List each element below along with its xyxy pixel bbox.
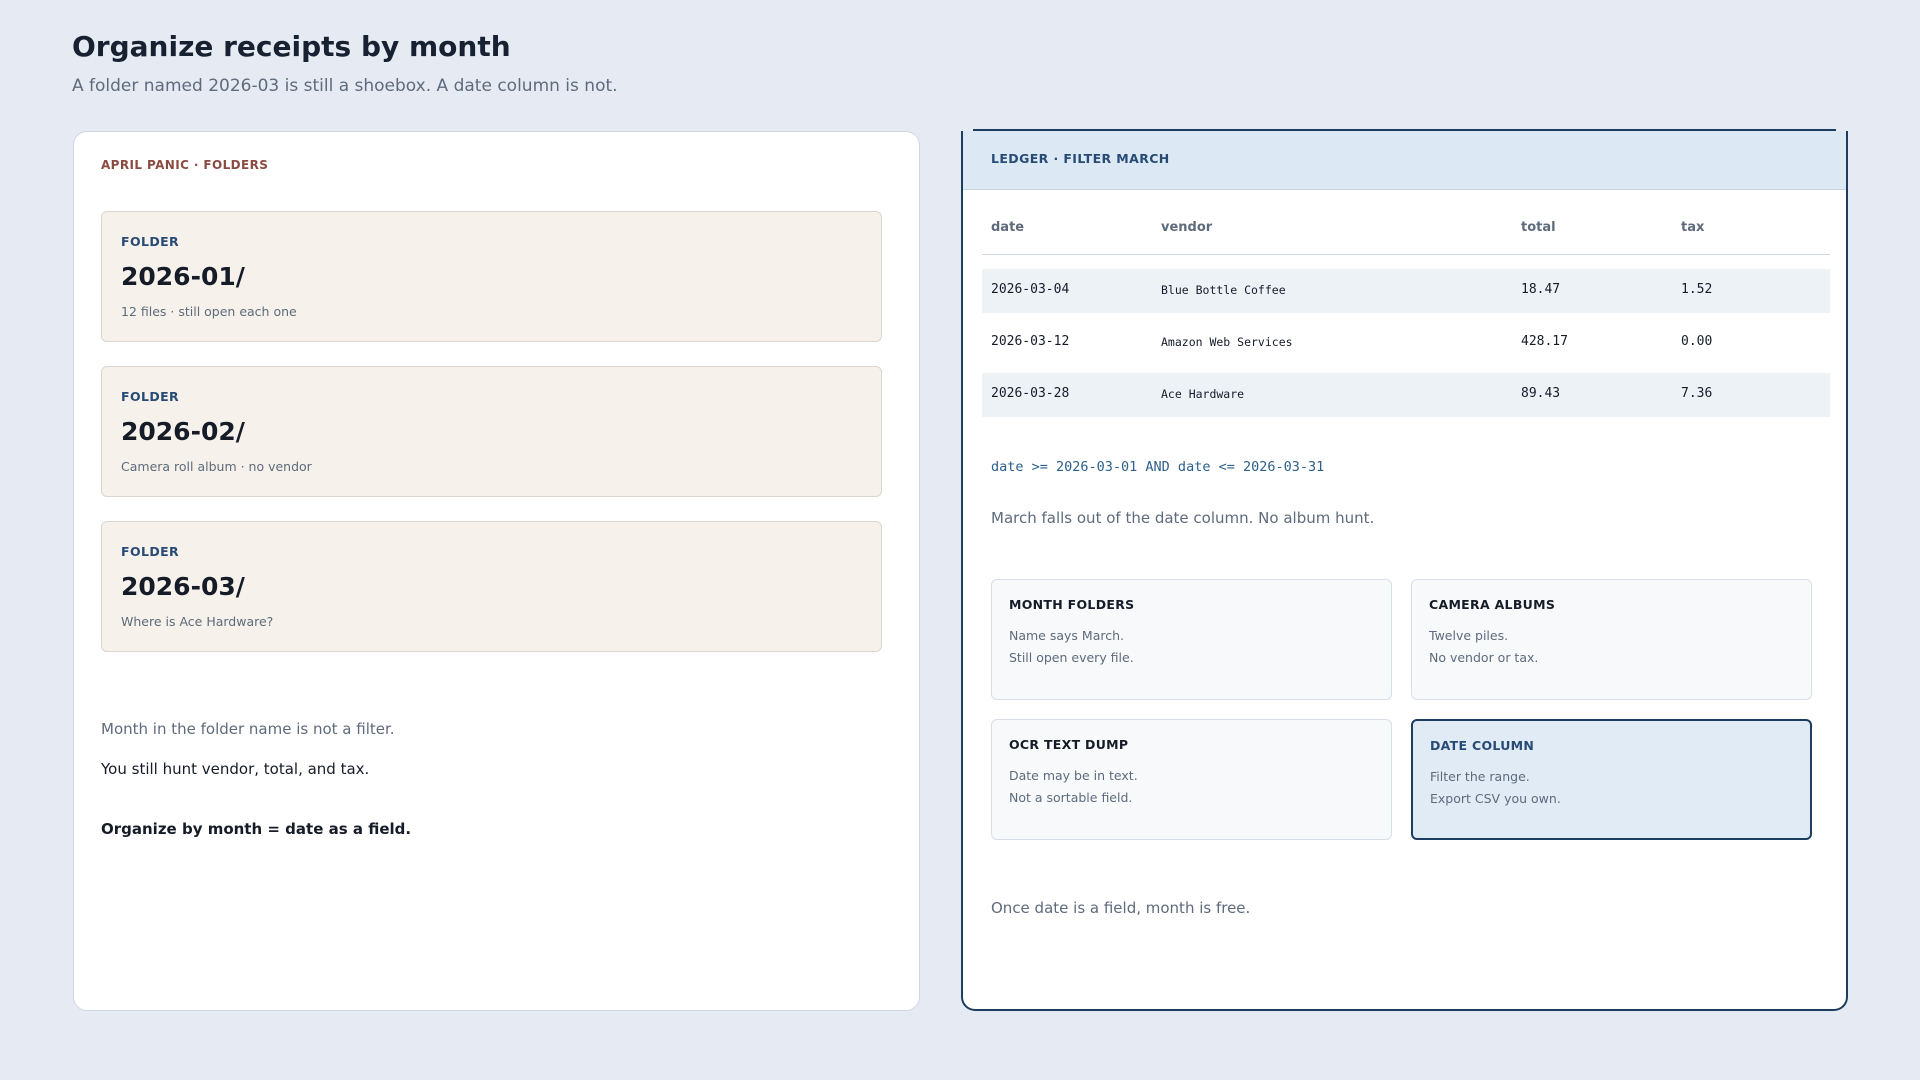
folders-panel: APRIL PANIC · FOLDERS FOLDER 2026-01/ 12… [73, 131, 920, 1011]
option-title: DATE COLUMN [1430, 738, 1535, 753]
folders-remark-1: Month in the folder name is not a filter… [101, 720, 395, 738]
cell-total: 18.47 [1521, 282, 1561, 297]
option-date-column[interactable]: DATE COLUMN Filter the range. Export CSV… [1411, 719, 1812, 840]
folder-note: 12 files · still open each one [121, 304, 297, 319]
folder-name: 2026-03/ [121, 572, 245, 601]
cell-total: 89.43 [1521, 386, 1561, 401]
cell-date: 2026-03-04 [991, 282, 1070, 297]
option-line: Export CSV you own. [1430, 791, 1561, 806]
cell-vendor: Ace Hardware [1161, 387, 1245, 401]
option-month-folders[interactable]: MONTH FOLDERS Name says March. Still ope… [991, 579, 1392, 700]
folders-remark-2: You still hunt vendor, total, and tax. [101, 760, 370, 778]
option-line: Filter the range. [1430, 769, 1530, 784]
cell-tax: 7.36 [1681, 386, 1713, 401]
column-header-total[interactable]: total [1521, 220, 1556, 235]
ledger-header: LEDGER · FILTER MARCH [963, 131, 1846, 190]
folder-name: 2026-02/ [121, 417, 245, 446]
option-title: OCR TEXT DUMP [1009, 737, 1129, 752]
ledger-panel: LEDGER · FILTER MARCH date vendor total … [961, 131, 1848, 1011]
option-line: Still open every file. [1009, 650, 1134, 665]
page-title: Organize receipts by month [72, 30, 511, 63]
cell-tax: 0.00 [1681, 334, 1713, 349]
column-header-vendor[interactable]: vendor [1161, 220, 1212, 235]
cell-total: 428.17 [1521, 334, 1568, 349]
folder-card-2026-02[interactable]: FOLDER 2026-02/ Camera roll album · no v… [101, 366, 882, 497]
cell-date: 2026-03-12 [991, 334, 1070, 349]
option-line: No vendor or tax. [1429, 650, 1539, 665]
folder-name: 2026-01/ [121, 262, 245, 291]
page-subtitle: A folder named 2026-03 is still a shoebo… [72, 76, 618, 96]
cell-date: 2026-03-28 [991, 386, 1070, 401]
cell-tax: 1.52 [1681, 282, 1713, 297]
cell-vendor: Blue Bottle Coffee [1161, 283, 1286, 297]
ledger-caption: March falls out of the date column. No a… [991, 509, 1375, 527]
option-line: Name says March. [1009, 628, 1124, 643]
option-line: Date may be in text. [1009, 768, 1138, 783]
cell-vendor: Amazon Web Services [1161, 335, 1293, 349]
folders-panel-eyebrow: APRIL PANIC · FOLDERS [101, 158, 269, 172]
option-title: CAMERA ALBUMS [1429, 597, 1556, 612]
column-header-date[interactable]: date [991, 220, 1024, 235]
table-header-rule [982, 254, 1830, 255]
folders-conclusion: Organize by month = date as a field. [101, 820, 412, 838]
option-camera-albums[interactable]: CAMERA ALBUMS Twelve piles. No vendor or… [1411, 579, 1812, 700]
folder-kicker: FOLDER [121, 389, 180, 404]
folder-kicker: FOLDER [121, 234, 180, 249]
table-row[interactable]: 2026-03-28 Ace Hardware 89.43 7.36 [982, 373, 1830, 417]
folder-card-2026-01[interactable]: FOLDER 2026-01/ 12 files · still open ea… [101, 211, 882, 342]
date-filter-query: date >= 2026-03-01 AND date <= 2026-03-3… [991, 459, 1325, 475]
option-title: MONTH FOLDERS [1009, 597, 1135, 612]
column-header-tax[interactable]: tax [1681, 220, 1704, 235]
option-line: Twelve piles. [1429, 628, 1509, 643]
ledger-footer: Once date is a field, month is free. [991, 899, 1251, 917]
option-line: Not a sortable field. [1009, 790, 1133, 805]
folder-kicker: FOLDER [121, 544, 180, 559]
folder-note: Where is Ace Hardware? [121, 614, 274, 629]
folder-card-2026-03[interactable]: FOLDER 2026-03/ Where is Ace Hardware? [101, 521, 882, 652]
ledger-eyebrow: LEDGER · FILTER MARCH [991, 151, 1170, 166]
option-ocr-text-dump[interactable]: OCR TEXT DUMP Date may be in text. Not a… [991, 719, 1392, 840]
folder-note: Camera roll album · no vendor [121, 459, 312, 474]
table-row[interactable]: 2026-03-12 Amazon Web Services 428.17 0.… [982, 321, 1830, 365]
table-row[interactable]: 2026-03-04 Blue Bottle Coffee 18.47 1.52 [982, 269, 1830, 313]
